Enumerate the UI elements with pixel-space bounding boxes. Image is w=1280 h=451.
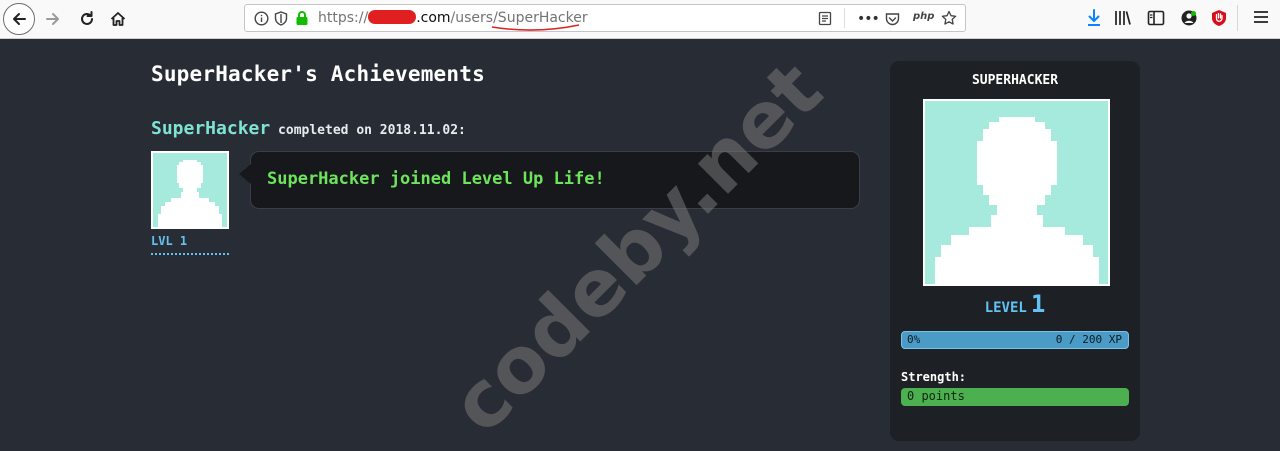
tracking-shield-icon[interactable]: [274, 11, 288, 30]
xp-value: 0 / 200 XP: [1055, 333, 1122, 346]
reload-icon[interactable]: [73, 5, 101, 33]
achievement-message: SuperHacker joined Level Up Life!: [267, 169, 605, 189]
more-icon[interactable]: •••: [857, 11, 880, 27]
strength-value: 0 points: [907, 389, 965, 403]
red-underline-annotation: [491, 24, 580, 31]
reader-view-icon[interactable]: [818, 11, 832, 30]
sidebar-icon[interactable]: [1147, 9, 1165, 31]
redacted-domain: [368, 10, 417, 24]
strength-label: Strength:: [901, 370, 967, 384]
info-icon[interactable]: [254, 11, 269, 30]
level-number: 1: [1030, 290, 1046, 318]
completed-date-text: completed on 2018.11.02:: [278, 123, 466, 138]
profile-avatar: [923, 99, 1110, 286]
pocket-icon[interactable]: [885, 11, 900, 30]
url-bar[interactable]: https://.com/users/SuperHacker ••• php: [244, 4, 966, 32]
forward-icon[interactable]: [39, 5, 67, 33]
avatar-silhouette-icon: [935, 117, 1099, 284]
library-icon[interactable]: [1114, 9, 1132, 31]
profile-level: LEVEL 1: [890, 290, 1140, 318]
profile-card: SUPERHACKER LEVEL 1 0% 0 / 200 XP Streng…: [890, 61, 1140, 441]
url-domain-suffix: .com: [416, 10, 451, 26]
toolbar-divider: [1237, 5, 1238, 31]
level-label: LEVEL: [984, 300, 1027, 316]
watermark: codeby.net: [434, 45, 840, 451]
php-addon-icon[interactable]: php: [913, 11, 934, 22]
browser-toolbar: https://.com/users/SuperHacker ••• php: [0, 0, 1280, 39]
xp-percent: 0%: [907, 333, 921, 346]
profile-username: SUPERHACKER: [971, 73, 1059, 88]
home-icon[interactable]: [104, 5, 132, 33]
achievement-message-bubble: SuperHacker joined Level Up Life!: [239, 151, 860, 209]
user-avatar-small[interactable]: [151, 151, 229, 229]
level-badge-small[interactable]: LVL 1: [151, 234, 229, 255]
urlbar-divider: [844, 8, 845, 28]
account-icon[interactable]: [1180, 9, 1198, 31]
url-scheme: https://: [318, 10, 369, 26]
username-link[interactable]: SuperHacker: [151, 118, 270, 139]
xp-progress-bar: 0% 0 / 200 XP: [901, 331, 1129, 349]
strength-bar: 0 points: [901, 388, 1129, 406]
achievement-header: SuperHacker completed on 2018.11.02:: [151, 118, 466, 139]
avatar-silhouette-icon: [158, 160, 222, 227]
back-icon[interactable]: [3, 3, 35, 35]
ublock-icon[interactable]: [1210, 9, 1228, 31]
page-title: SuperHacker's Achievements: [151, 62, 485, 86]
menu-icon[interactable]: [1253, 9, 1269, 29]
bookmark-star-icon[interactable]: [941, 10, 957, 30]
download-icon[interactable]: [1086, 9, 1102, 31]
lock-icon[interactable]: [295, 10, 309, 30]
